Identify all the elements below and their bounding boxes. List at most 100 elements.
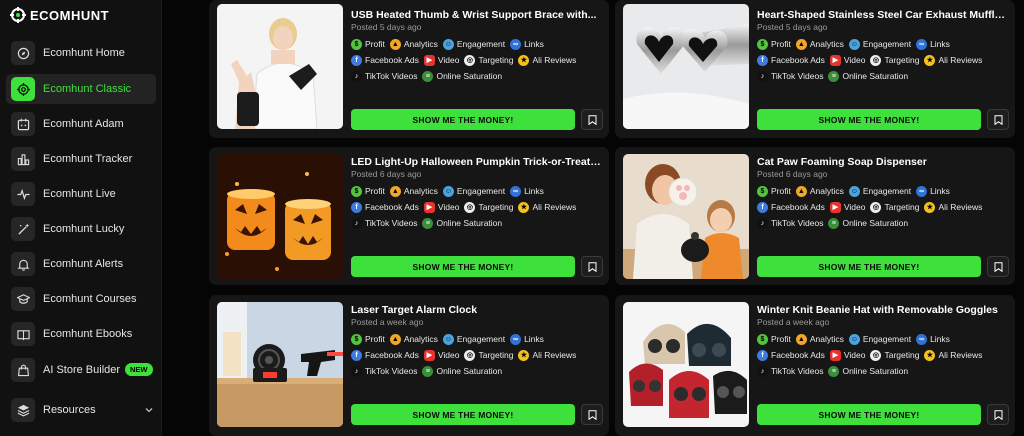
show-me-the-money-button[interactable]: SHOW ME THE MONEY! <box>351 256 575 277</box>
online-saturation-tag[interactable]: ≡ Online Saturation <box>422 70 502 82</box>
targeting-tag[interactable]: ◎ Targeting <box>870 349 919 361</box>
show-me-the-money-button[interactable]: SHOW ME THE MONEY! <box>757 256 981 277</box>
product-image[interactable] <box>217 4 343 129</box>
tiktok-videos-tag[interactable]: ♪ TikTok Videos <box>351 70 417 82</box>
online-saturation-tag[interactable]: ≡ Online Saturation <box>422 217 502 229</box>
online-saturation-tag[interactable]: ≡ Online Saturation <box>828 217 908 229</box>
online-saturation-tag[interactable]: ≡ Online Saturation <box>828 70 908 82</box>
product-image[interactable] <box>217 302 343 427</box>
sidebar-item-home[interactable]: Ecomhunt Home <box>6 38 156 68</box>
facebook-ads-tag[interactable]: f Facebook Ads <box>351 54 419 66</box>
sidebar-item-alerts[interactable]: Ecomhunt Alerts <box>6 249 156 279</box>
ali-reviews-tag[interactable]: ★ Ali Reviews <box>924 349 982 361</box>
profit-tag[interactable]: $ Profit <box>351 185 385 197</box>
product-image[interactable] <box>217 154 343 279</box>
product-image[interactable] <box>623 302 749 427</box>
product-image[interactable] <box>623 4 749 129</box>
online-saturation-tag[interactable]: ≡ Online Saturation <box>422 365 502 377</box>
tiktok-videos-tag[interactable]: ♪ TikTok Videos <box>757 70 823 82</box>
links-tag[interactable]: ∞ Links <box>510 38 544 50</box>
product-title[interactable]: Winter Knit Beanie Hat with Removable Go… <box>757 304 1007 316</box>
show-me-the-money-button[interactable]: SHOW ME THE MONEY! <box>757 404 981 425</box>
bookmark-button[interactable] <box>987 256 1009 277</box>
video-tag[interactable]: ▶ Video <box>829 201 865 213</box>
product-title[interactable]: Heart-Shaped Stainless Steel Car Exhaust… <box>757 9 1007 21</box>
bookmark-button[interactable] <box>581 404 603 425</box>
logo[interactable]: ECOMHUNT <box>10 6 109 24</box>
analytics-tag[interactable]: ▲ Analytics <box>389 185 438 197</box>
show-me-the-money-button[interactable]: SHOW ME THE MONEY! <box>351 404 575 425</box>
video-tag[interactable]: ▶ Video <box>423 54 459 66</box>
show-me-the-money-button[interactable]: SHOW ME THE MONEY! <box>757 109 981 130</box>
links-tag[interactable]: ∞ Links <box>916 38 950 50</box>
facebook-ads-tag[interactable]: f Facebook Ads <box>757 349 825 361</box>
sidebar-item-classic[interactable]: Ecomhunt Classic <box>6 74 156 104</box>
analytics-tag[interactable]: ▲ Analytics <box>795 185 844 197</box>
online-saturation-tag[interactable]: ≡ Online Saturation <box>828 365 908 377</box>
engagement-tag[interactable]: ☺ Engagement <box>442 38 505 50</box>
product-card[interactable]: USB Heated Thumb & Wrist Support Brace w… <box>209 0 609 138</box>
ali-reviews-tag[interactable]: ★ Ali Reviews <box>518 201 576 213</box>
sidebar-item-resources[interactable]: Resources <box>6 395 156 425</box>
product-card[interactable]: LED Light-Up Halloween Pumpkin Trick-or-… <box>209 147 609 285</box>
show-me-the-money-button[interactable]: SHOW ME THE MONEY! <box>351 109 575 130</box>
product-image[interactable] <box>623 154 749 279</box>
engagement-tag[interactable]: ☺ Engagement <box>848 185 911 197</box>
sidebar-item-tracker[interactable]: Ecomhunt Tracker <box>6 144 156 174</box>
bookmark-button[interactable] <box>987 404 1009 425</box>
tiktok-videos-tag[interactable]: ♪ TikTok Videos <box>757 365 823 377</box>
links-tag[interactable]: ∞ Links <box>916 333 950 345</box>
bookmark-button[interactable] <box>581 256 603 277</box>
targeting-tag[interactable]: ◎ Targeting <box>464 349 513 361</box>
product-title[interactable]: Laser Target Alarm Clock <box>351 304 601 316</box>
engagement-tag[interactable]: ☺ Engagement <box>442 185 505 197</box>
video-tag[interactable]: ▶ Video <box>423 201 459 213</box>
targeting-tag[interactable]: ◎ Targeting <box>464 54 513 66</box>
facebook-ads-tag[interactable]: f Facebook Ads <box>351 349 419 361</box>
product-card[interactable]: Winter Knit Beanie Hat with Removable Go… <box>615 295 1015 436</box>
ali-reviews-tag[interactable]: ★ Ali Reviews <box>924 201 982 213</box>
bookmark-button[interactable] <box>987 109 1009 130</box>
analytics-tag[interactable]: ▲ Analytics <box>795 38 844 50</box>
profit-tag[interactable]: $ Profit <box>351 38 385 50</box>
links-tag[interactable]: ∞ Links <box>916 185 950 197</box>
analytics-tag[interactable]: ▲ Analytics <box>795 333 844 345</box>
targeting-tag[interactable]: ◎ Targeting <box>870 201 919 213</box>
ali-reviews-tag[interactable]: ★ Ali Reviews <box>518 349 576 361</box>
product-card[interactable]: Cat Paw Foaming Soap Dispenser Posted 6 … <box>615 147 1015 285</box>
product-title[interactable]: Cat Paw Foaming Soap Dispenser <box>757 156 1007 168</box>
sidebar-item-ai-store-builder[interactable]: AI Store Builder NEW <box>6 355 156 385</box>
ali-reviews-tag[interactable]: ★ Ali Reviews <box>924 54 982 66</box>
sidebar-item-live[interactable]: Ecomhunt Live <box>6 179 156 209</box>
sidebar-item-courses[interactable]: Ecomhunt Courses <box>6 284 156 314</box>
profit-tag[interactable]: $ Profit <box>757 333 791 345</box>
product-card[interactable]: Heart-Shaped Stainless Steel Car Exhaust… <box>615 0 1015 138</box>
product-title[interactable]: USB Heated Thumb & Wrist Support Brace w… <box>351 9 601 21</box>
video-tag[interactable]: ▶ Video <box>829 349 865 361</box>
engagement-tag[interactable]: ☺ Engagement <box>848 333 911 345</box>
product-card[interactable]: Laser Target Alarm Clock Posted a week a… <box>209 295 609 436</box>
sidebar-item-lucky[interactable]: Ecomhunt Lucky <box>6 214 156 244</box>
profit-tag[interactable]: $ Profit <box>757 38 791 50</box>
video-tag[interactable]: ▶ Video <box>423 349 459 361</box>
targeting-tag[interactable]: ◎ Targeting <box>464 201 513 213</box>
tiktok-videos-tag[interactable]: ♪ TikTok Videos <box>351 217 417 229</box>
sidebar-item-adam[interactable]: Ecomhunt Adam <box>6 109 156 139</box>
tiktok-videos-tag[interactable]: ♪ TikTok Videos <box>757 217 823 229</box>
video-tag[interactable]: ▶ Video <box>829 54 865 66</box>
links-tag[interactable]: ∞ Links <box>510 333 544 345</box>
facebook-ads-tag[interactable]: f Facebook Ads <box>757 201 825 213</box>
tiktok-videos-tag[interactable]: ♪ TikTok Videos <box>351 365 417 377</box>
engagement-tag[interactable]: ☺ Engagement <box>442 333 505 345</box>
bookmark-button[interactable] <box>581 109 603 130</box>
links-tag[interactable]: ∞ Links <box>510 185 544 197</box>
ali-reviews-tag[interactable]: ★ Ali Reviews <box>518 54 576 66</box>
product-title[interactable]: LED Light-Up Halloween Pumpkin Trick-or-… <box>351 156 601 168</box>
facebook-ads-tag[interactable]: f Facebook Ads <box>757 54 825 66</box>
facebook-ads-tag[interactable]: f Facebook Ads <box>351 201 419 213</box>
analytics-tag[interactable]: ▲ Analytics <box>389 38 438 50</box>
engagement-tag[interactable]: ☺ Engagement <box>848 38 911 50</box>
sidebar-item-ebooks[interactable]: Ecomhunt Ebooks <box>6 319 156 349</box>
analytics-tag[interactable]: ▲ Analytics <box>389 333 438 345</box>
targeting-tag[interactable]: ◎ Targeting <box>870 54 919 66</box>
